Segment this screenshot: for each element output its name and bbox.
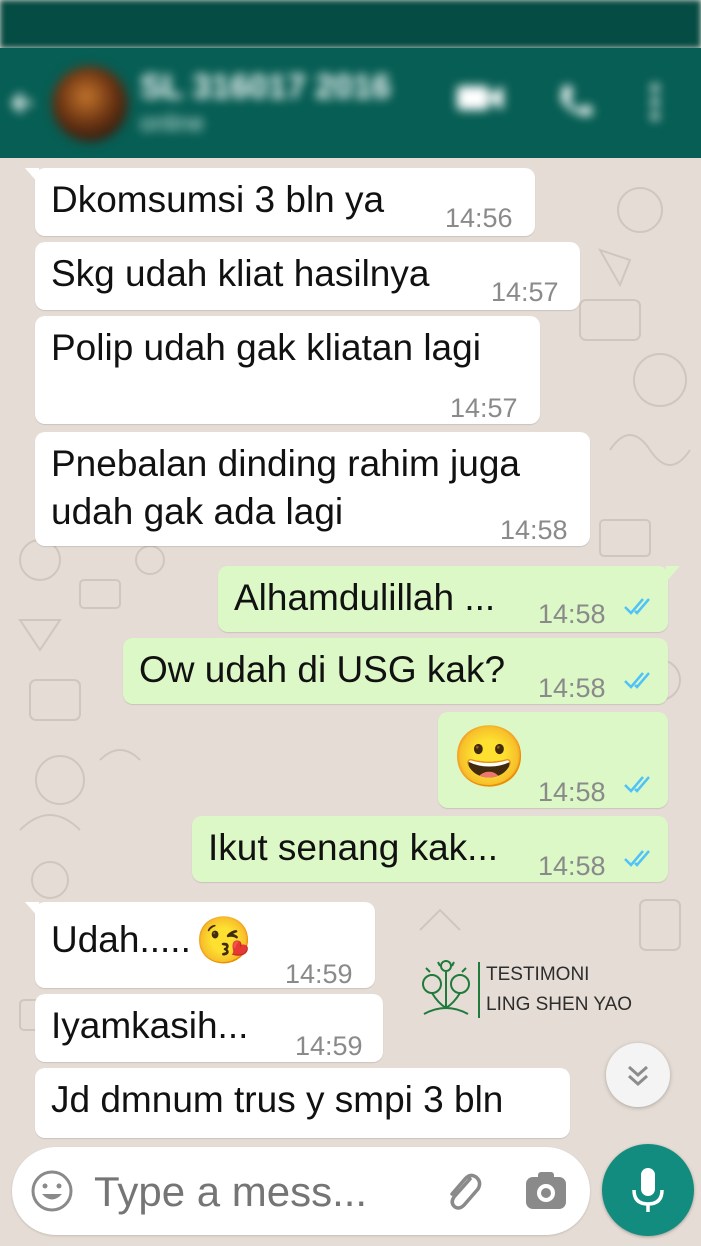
more-vert-icon[interactable]	[648, 82, 662, 131]
message-text-line-2: udah gak ada lagi	[51, 491, 344, 532]
emoji-kiss: 😘	[195, 914, 253, 966]
message-time: 14:58	[500, 515, 568, 545]
message-incoming[interactable]: Jd dmnum trus y smpi 3 bln	[35, 1068, 570, 1138]
message-time: 14:59	[295, 1031, 363, 1061]
read-receipt-icon	[624, 672, 650, 689]
watermark-line-1: TESTIMONI	[486, 964, 590, 985]
chevron-double-down-icon	[628, 1065, 648, 1087]
ling-shen-yao-logo	[422, 960, 470, 1015]
message-time: 14:57	[450, 393, 518, 423]
message-text: Ikut senang kak...	[208, 827, 499, 868]
message-time: 14:58	[538, 777, 606, 807]
read-receipt-icon	[624, 850, 650, 867]
message-input[interactable]	[92, 1161, 426, 1223]
message-incoming[interactable]: Polip udah gak kliatan lagi 14:57	[35, 316, 540, 424]
message-incoming[interactable]: Dkomsumsi 3 bln ya 14:56	[25, 168, 535, 236]
read-receipt-icon	[624, 598, 650, 615]
message-text: Alhamdulillah ...	[234, 577, 496, 618]
message-time: 14:56	[445, 203, 513, 233]
camera-icon[interactable]	[524, 1169, 568, 1213]
message-time: 14:57	[491, 277, 559, 307]
contact-status: online	[140, 110, 205, 137]
message-text: Ow udah di USG kak?	[139, 649, 506, 690]
watermark-line-2: LING SHEN YAO	[486, 994, 633, 1015]
message-outgoing[interactable]: 😀 14:58	[438, 712, 668, 808]
message-outgoing[interactable]: Alhamdulillah ... 14:58	[218, 566, 680, 632]
watermark-logo: TESTIMONI LING SHEN YAO	[418, 958, 632, 1025]
chat-header: SL 316017 2016 online	[0, 48, 701, 158]
message-time: 14:58	[538, 851, 606, 881]
message-outgoing[interactable]: Ow udah di USG kak? 14:58	[123, 638, 668, 704]
arrow-back-icon[interactable]	[10, 83, 36, 128]
message-time: 14:58	[538, 599, 606, 629]
status-bar	[0, 0, 701, 48]
phone-icon[interactable]	[555, 82, 595, 131]
video-call-icon[interactable]	[455, 82, 505, 123]
voice-record-button[interactable]	[602, 1144, 694, 1236]
message-text: Skg udah kliat hasilnya	[51, 253, 430, 294]
message-text: Udah.....	[51, 919, 191, 960]
message-time: 14:58	[538, 673, 606, 703]
message-text: Dkomsumsi 3 bln ya	[51, 179, 385, 220]
message-time: 14:59	[285, 959, 353, 989]
avatar[interactable]	[52, 66, 128, 142]
emoji-icon[interactable]	[30, 1169, 74, 1213]
message-incoming[interactable]: Udah..... 😘 14:59	[25, 902, 375, 989]
message-text-line-1: Pnebalan dinding rahim juga	[51, 443, 521, 484]
message-incoming[interactable]: Pnebalan dinding rahim juga udah gak ada…	[35, 432, 590, 546]
message-incoming[interactable]: Iyamkasih... 14:59	[35, 994, 383, 1062]
message-composer	[12, 1147, 590, 1235]
read-receipt-icon	[624, 776, 650, 793]
message-outgoing[interactable]: Ikut senang kak... 14:58	[192, 816, 668, 882]
message-text: Jd dmnum trus y smpi 3 bln	[51, 1079, 504, 1120]
message-text: Polip udah gak kliatan lagi	[51, 327, 481, 368]
paperclip-icon[interactable]	[440, 1169, 484, 1213]
message-incoming[interactable]: Skg udah kliat hasilnya 14:57	[35, 242, 580, 310]
watermark-divider	[478, 962, 480, 1018]
message-text: Iyamkasih...	[51, 1005, 249, 1046]
mic-icon	[632, 1168, 664, 1212]
emoji-grinning: 😀	[452, 723, 527, 790]
scroll-to-bottom-button[interactable]	[606, 1043, 670, 1107]
contact-name[interactable]: SL 316017 2016	[140, 68, 391, 107]
